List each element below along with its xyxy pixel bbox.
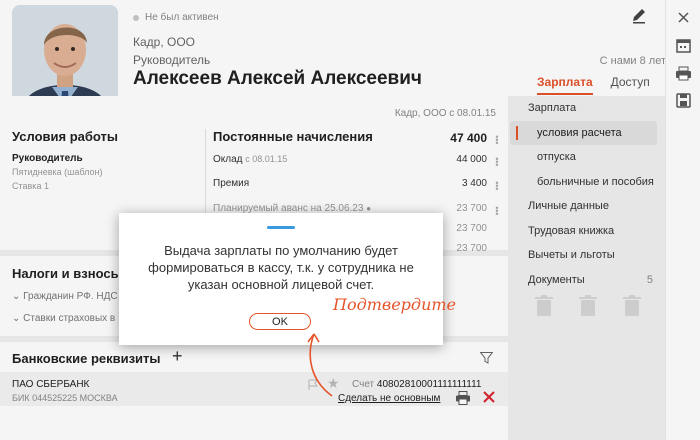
- side-toolbar: [665, 0, 700, 440]
- dialog-message: Выдача зарплаты по умолчанию будет форми…: [148, 243, 414, 292]
- annotation-arrow-icon: [307, 333, 333, 397]
- save-icon[interactable]: [674, 91, 693, 110]
- close-icon[interactable]: [674, 8, 693, 27]
- annotation-label: Подтвердите: [333, 295, 457, 314]
- calendar-icon[interactable]: [674, 36, 693, 55]
- confirm-dialog: Выдача зарплаты по умолчанию будет форми…: [119, 213, 443, 345]
- print-icon[interactable]: [674, 64, 693, 83]
- page: Не был активен Кадр, ООО Руководитель Ал…: [0, 0, 700, 440]
- dialog-accent-bar: [267, 226, 295, 229]
